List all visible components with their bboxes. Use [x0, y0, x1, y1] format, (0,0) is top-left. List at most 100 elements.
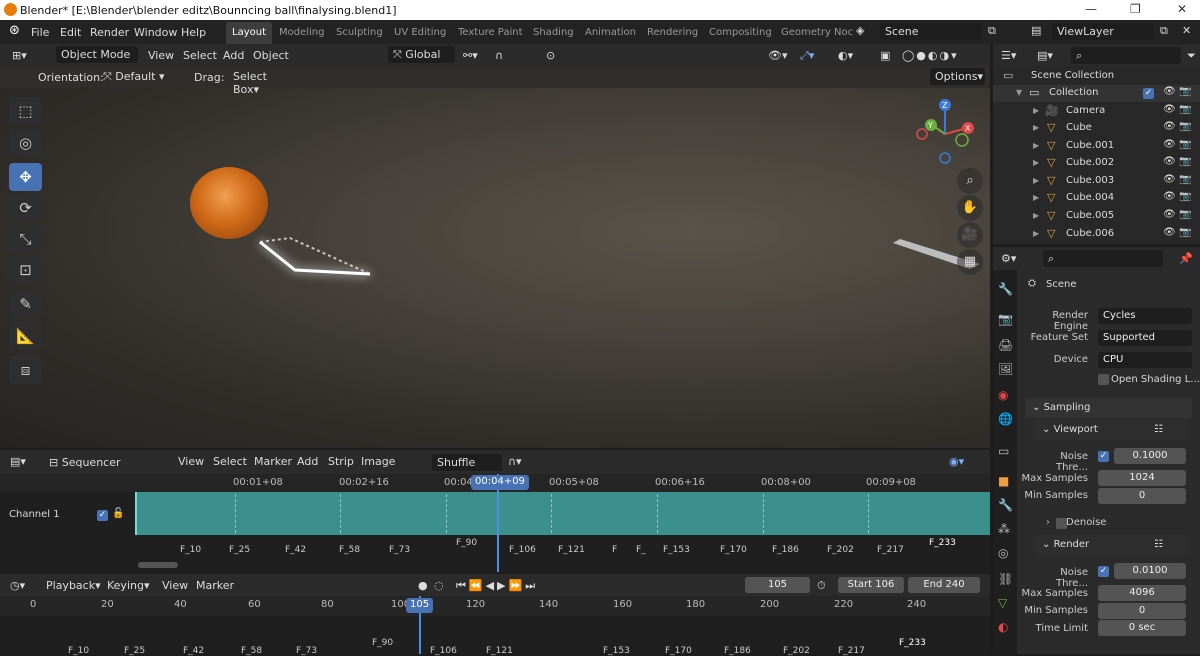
preset-list-icon[interactable]: ☷ — [1154, 535, 1163, 555]
marker[interactable]: F_10 — [180, 545, 201, 555]
tl-marker[interactable]: F_170 — [665, 646, 692, 656]
sampling-panel-header[interactable]: ⌄ Sampling — [1026, 398, 1192, 418]
render-icon[interactable]: 📷 — [1179, 156, 1191, 167]
eye-icon[interactable]: 👁 — [1163, 209, 1176, 220]
add-cube-tool[interactable]: ⧈ — [9, 356, 42, 384]
marker[interactable]: F_ — [636, 545, 646, 555]
render-icon[interactable]: 📷 — [1179, 86, 1191, 97]
properties-editor-icon[interactable]: ⚙▾ — [1001, 252, 1016, 265]
marker[interactable]: F_233 — [929, 538, 956, 548]
marker[interactable]: F_106 — [509, 545, 536, 555]
current-frame-field[interactable]: 105 — [745, 577, 810, 593]
render-subpanel-header[interactable]: ⌄ Render ☷ — [1036, 535, 1186, 555]
view-layer-tab-icon[interactable]: 🖼 — [998, 362, 1013, 376]
zoom-icon[interactable]: ⌕ — [957, 168, 983, 194]
seq-overlay-icon[interactable]: ◉▾ — [949, 455, 964, 468]
gizmo-toggle-icon[interactable]: ⤢▾ — [800, 49, 814, 63]
denoise-subpanel-header[interactable]: › Denoise — [1046, 517, 1106, 529]
time-limit-field[interactable]: 0 sec — [1098, 620, 1186, 636]
render-engine-dropdown[interactable]: Cycles — [1098, 308, 1192, 324]
marker[interactable]: F_170 — [720, 545, 747, 555]
r-max-field[interactable]: 4096 — [1098, 585, 1186, 601]
outliner-row-scene-collection[interactable]: ▭ Scene Collection — [993, 68, 1200, 85]
marker[interactable]: F_121 — [558, 545, 585, 555]
open-shading-checkbox[interactable] — [1098, 374, 1109, 385]
tab-texture-paint[interactable]: Texture Paint — [458, 27, 523, 38]
tab-sculpting[interactable]: Sculpting — [336, 27, 383, 38]
annotate-tool[interactable]: ✎ — [9, 290, 42, 318]
outliner-row[interactable]: ▶ ▽ Cube.006 👁 📷 — [993, 226, 1200, 243]
menu-playback[interactable]: Playback▾ — [46, 579, 101, 592]
eye-icon[interactable]: 👁 — [1163, 191, 1176, 202]
new-scene-icon[interactable]: ⧉ — [988, 24, 996, 38]
tl-marker[interactable]: F_25 — [124, 646, 145, 656]
vp-noise-checkbox[interactable]: ✓ — [1098, 451, 1109, 462]
timeline-area[interactable]: F_10 F_25 F_42 F_58 F_73 F_90 F_106 F_12… — [0, 616, 990, 656]
tab-compositing[interactable]: Compositing — [709, 27, 772, 38]
scene-selector[interactable]: Scene — [880, 23, 982, 40]
tl-marker[interactable]: F_121 — [486, 646, 513, 656]
eye-icon[interactable]: 👁 — [1163, 139, 1176, 150]
outliner-row[interactable]: ▶ 🎥 Camera 👁 📷 — [993, 103, 1200, 120]
seq-menu-image[interactable]: Image — [361, 455, 395, 468]
outliner-row[interactable]: ▶ ▽ Cube.002 👁 📷 — [993, 155, 1200, 172]
tl-marker[interactable]: F_202 — [783, 646, 810, 656]
tl-marker[interactable]: F_10 — [68, 646, 89, 656]
tl-marker[interactable]: F_153 — [603, 646, 630, 656]
vp-max-field[interactable]: 1024 — [1098, 470, 1186, 486]
view-layer-selector[interactable]: ViewLayer — [1052, 23, 1154, 40]
marker[interactable]: F_153 — [663, 545, 690, 555]
close-button[interactable]: ✕ — [1177, 2, 1187, 16]
vp-noise-field[interactable]: 0.1000 — [1114, 448, 1186, 464]
editor-type-icon[interactable]: ⊞▾ — [12, 49, 27, 62]
maximize-button[interactable]: ❐ — [1130, 2, 1141, 16]
channel-lock-icon[interactable]: 🔓 — [112, 508, 124, 519]
outliner-row[interactable]: ▶ ▽ Cube.005 👁 📷 — [993, 208, 1200, 225]
marker[interactable]: F_90 — [456, 538, 477, 548]
constraint-tab-icon[interactable]: ⛓ — [998, 572, 1013, 586]
timeline-ruler[interactable]: 0 20 40 60 80 100 120 140 160 180 200 22… — [0, 596, 990, 616]
tool-tab-icon[interactable]: 🔧 — [998, 282, 1013, 296]
marker[interactable]: F_186 — [772, 545, 799, 555]
end-frame-field[interactable]: End 240 — [908, 577, 980, 593]
select-box-tool[interactable]: ⬚ — [9, 97, 42, 125]
transform-tool[interactable]: ⊡ — [9, 256, 42, 284]
measure-tool[interactable]: 📐 — [9, 322, 42, 350]
tl-menu-marker[interactable]: Marker — [196, 579, 234, 592]
render-icon[interactable]: 📷 — [1179, 174, 1191, 185]
overlay-icon[interactable]: ◐▾ — [838, 49, 853, 62]
sequencer-editor-icon[interactable]: ▤▾ — [10, 455, 26, 468]
viewport-subpanel-header[interactable]: ⌄ Viewport ☷ — [1036, 420, 1186, 440]
seq-snap-icon[interactable]: ∩▾ — [508, 455, 522, 468]
physics-tab-icon[interactable]: ◎ — [998, 546, 1008, 560]
material-tab-icon[interactable]: ◐ — [998, 620, 1008, 634]
render-icon[interactable]: 📷 — [1179, 209, 1191, 220]
visibility-icon[interactable]: 👁▾ — [768, 49, 788, 62]
seq-horizontal-scrollbar[interactable] — [138, 562, 178, 568]
menu-help[interactable]: Help — [181, 26, 206, 39]
marker[interactable]: F — [612, 545, 617, 555]
outliner-row[interactable]: ▶ ▽ Cube 👁 📷 — [993, 120, 1200, 137]
render-icon[interactable]: 📷 — [1179, 227, 1191, 238]
outliner-row[interactable]: ▶ ▽ Cube.004 👁 📷 — [993, 190, 1200, 207]
record-icon[interactable]: ● — [418, 579, 428, 592]
scene-tab-icon[interactable]: ◉ — [998, 388, 1008, 402]
marker[interactable]: F_42 — [285, 545, 306, 555]
3d-viewport[interactable] — [0, 88, 990, 448]
render-icon[interactable]: 📷 — [1179, 104, 1191, 115]
display-mode-icon[interactable]: ▤▾ — [1037, 49, 1053, 62]
stopwatch-icon[interactable]: ⏱ — [817, 579, 826, 593]
outliner-row-collection[interactable]: ▼ ▭ Collection ✓ 👁 📷 — [993, 85, 1200, 102]
outliner-row[interactable]: ▶ ▽ Cube.001 👁 📷 — [993, 138, 1200, 155]
properties-search[interactable]: ⌕ — [1043, 250, 1163, 267]
preset-list-icon[interactable]: ☷ — [1154, 420, 1163, 440]
image-strip[interactable] — [135, 492, 990, 535]
menu-add[interactable]: Add — [223, 49, 244, 62]
start-frame-field[interactable]: Start 106 — [838, 577, 904, 593]
render-icon[interactable]: 📷 — [1179, 121, 1191, 132]
rotate-tool[interactable]: ⟳ — [9, 194, 42, 222]
seq-menu-view[interactable]: View — [178, 455, 204, 468]
tl-marker[interactable]: F_186 — [724, 646, 751, 656]
marker[interactable]: F_217 — [877, 545, 904, 555]
cursor-tool[interactable]: ◎ — [9, 129, 42, 157]
